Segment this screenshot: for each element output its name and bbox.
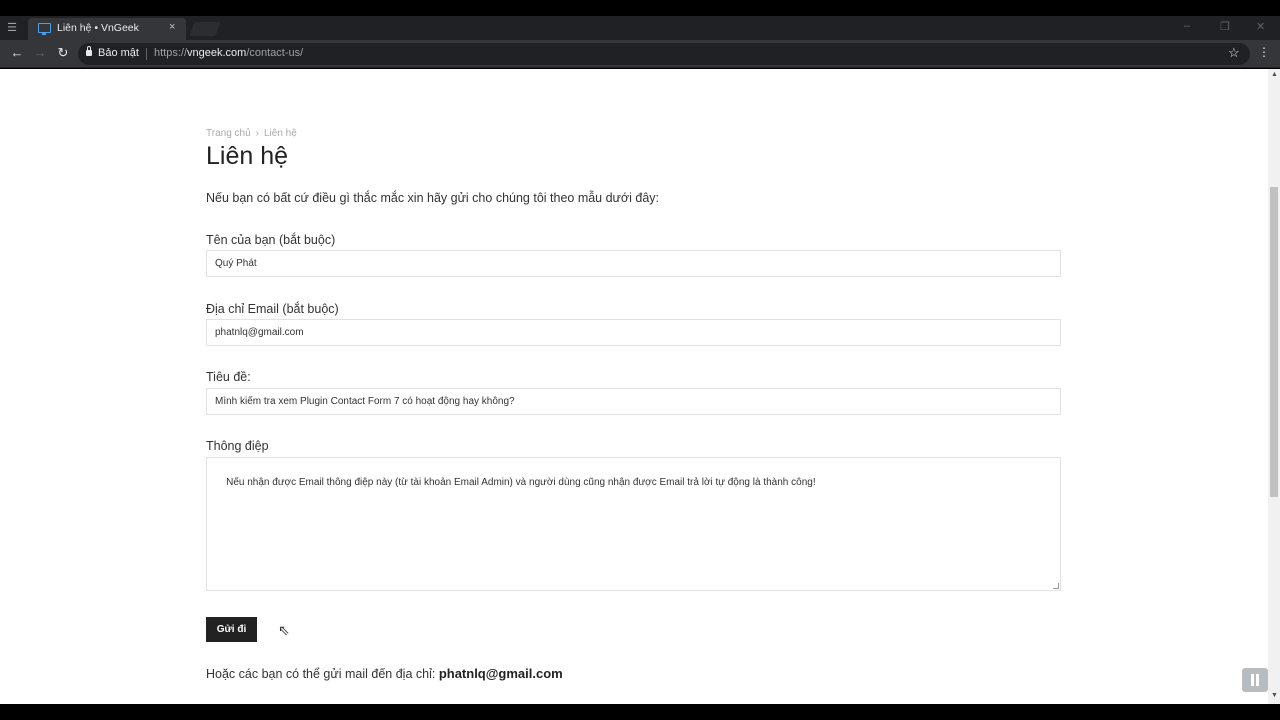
close-icon[interactable]: × <box>169 21 175 33</box>
mouse-cursor-icon: ⇖ <box>278 622 290 638</box>
subject-label: Tiêu đề: <box>206 370 251 384</box>
reload-icon[interactable]: ↻ <box>55 45 71 61</box>
browser-tab[interactable]: Liên hệ • VnGeek × <box>28 18 186 40</box>
resize-handle[interactable] <box>1053 583 1059 589</box>
back-icon[interactable]: ← <box>9 45 25 61</box>
window-close-icon[interactable]: ✕ <box>1256 20 1265 33</box>
url-path: /contact-us/ <box>246 47 304 59</box>
intro-text: Nếu bạn có bất cứ điều gì thắc mắc xin h… <box>206 191 660 205</box>
pause-icon[interactable] <box>1242 668 1268 692</box>
tab-title: Liên hệ • VnGeek <box>57 22 139 34</box>
scroll-up-icon[interactable]: ▲ <box>1271 71 1278 78</box>
message-text: Nếu nhận được Email thông điệp này (từ t… <box>226 477 816 488</box>
url-host: vngeek.com <box>187 47 247 59</box>
address-bar[interactable]: Bảo mật https://vngeek.com/contact-us/ ☆ <box>78 43 1250 65</box>
bottom-black-bar <box>0 704 1280 720</box>
scrollbar-thumb[interactable] <box>1270 187 1278 497</box>
restore-icon[interactable]: ❐ <box>1220 20 1230 33</box>
footer-email[interactable]: phatnlq@gmail.com <box>439 666 563 681</box>
email-input[interactable] <box>206 319 1061 346</box>
subject-input[interactable] <box>206 388 1061 415</box>
monitor-icon <box>38 23 51 35</box>
breadcrumb-current: Liên hệ <box>264 128 297 139</box>
message-label: Thông điệp <box>206 439 269 453</box>
scroll-down-icon[interactable]: ▼ <box>1271 692 1278 699</box>
footer-contact: Hoặc các bạn có thể gửi mail đến địa chỉ… <box>206 666 563 681</box>
breadcrumb-separator: › <box>255 128 259 139</box>
new-tab-button[interactable] <box>189 22 221 36</box>
lock-icon <box>86 46 92 56</box>
minimize-icon[interactable]: – <box>1184 20 1190 32</box>
url-text: https://vngeek.com/contact-us/ <box>154 47 303 59</box>
forward-icon[interactable]: → <box>32 45 48 61</box>
menu-icon[interactable]: ☰ <box>4 20 20 36</box>
browser-toolbar: ← → ↻ Bảo mật https://vngeek.com/contact… <box>0 40 1280 68</box>
url-scheme: https:// <box>154 47 188 59</box>
message-textarea[interactable]: Nếu nhận được Email thông điệp này (từ t… <box>206 457 1061 591</box>
security-label: Bảo mật <box>98 47 139 59</box>
tab-strip: ☰ Liên hệ • VnGeek × – ❐ ✕ <box>0 16 1280 40</box>
kebab-menu-icon[interactable]: ⋮ <box>1258 45 1270 59</box>
top-black-bar <box>0 0 1280 16</box>
star-icon[interactable]: ☆ <box>1228 45 1240 61</box>
footer-text: Hoặc các bạn có thể gửi mail đến địa chỉ… <box>206 667 439 681</box>
name-label: Tên của bạn (bắt buộc) <box>206 233 336 247</box>
page-content: Trang chủ › Liên hệ Liên hệ Nếu bạn có bất… <box>0 69 1268 704</box>
page-title: Liên hệ <box>206 142 289 170</box>
breadcrumb-home[interactable]: Trang chủ <box>206 128 251 139</box>
email-label: Địa chỉ Email (bắt buộc) <box>206 302 339 316</box>
breadcrumb: Trang chủ › Liên hệ <box>206 128 297 139</box>
omnibox-divider <box>146 48 147 60</box>
submit-button[interactable]: Gửi đi <box>206 617 257 642</box>
name-input[interactable] <box>206 250 1061 277</box>
